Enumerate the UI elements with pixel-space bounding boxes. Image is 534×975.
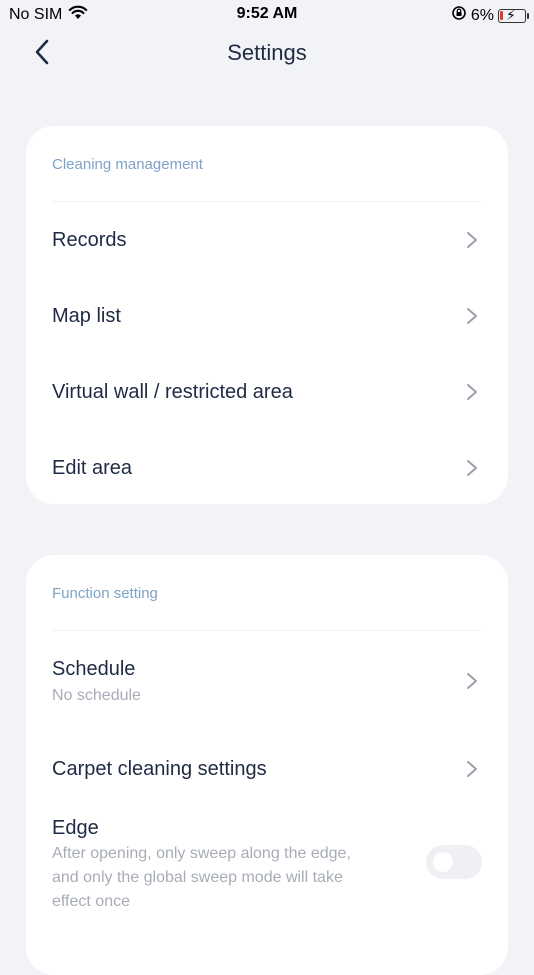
- section-title-function: Function setting: [52, 585, 158, 602]
- chevron-right-icon: [467, 384, 477, 400]
- cleaning-management-card: Cleaning management Records Map list Vir…: [26, 126, 508, 504]
- nav-bar: Settings: [0, 28, 534, 82]
- edit-area-label: Edit area: [52, 456, 133, 479]
- chevron-right-icon: [467, 308, 477, 324]
- battery-icon: ⚡: [498, 7, 529, 23]
- chevron-right-icon: [467, 460, 477, 476]
- edge-label: Edge: [52, 817, 99, 839]
- chevron-right-icon: [467, 673, 477, 689]
- map-list-label: Map list: [52, 304, 121, 327]
- carpet-cleaning-label: Carpet cleaning settings: [52, 757, 267, 780]
- virtual-wall-label: Virtual wall / restricted area: [52, 380, 293, 403]
- page-title: Settings: [227, 40, 307, 65]
- map-list-row[interactable]: Map list: [26, 278, 508, 354]
- status-right: 6% ⚡: [451, 5, 529, 26]
- chevron-right-icon: [467, 761, 477, 777]
- edge-description: After opening, only sweep along the edge…: [52, 845, 351, 910]
- schedule-label: Schedule: [52, 657, 136, 680]
- function-setting-card: Function setting Schedule No schedule Ca…: [26, 555, 508, 975]
- chevron-right-icon: [467, 232, 477, 248]
- section-title-cleaning: Cleaning management: [52, 156, 203, 173]
- status-bar: No SIM 9:52 AM 6% ⚡: [0, 0, 534, 28]
- records-row[interactable]: Records: [26, 202, 508, 278]
- edit-area-row[interactable]: Edit area: [26, 430, 508, 506]
- schedule-row[interactable]: Schedule No schedule: [26, 631, 508, 731]
- toggle-knob: [433, 852, 453, 872]
- battery-percent: 6%: [470, 6, 494, 24]
- virtual-wall-row[interactable]: Virtual wall / restricted area: [26, 354, 508, 430]
- orientation-lock-icon: [451, 5, 467, 26]
- edge-row: Edge After opening, only sweep along the…: [26, 807, 508, 927]
- carpet-cleaning-row[interactable]: Carpet cleaning settings: [26, 731, 508, 807]
- edge-toggle[interactable]: [426, 845, 482, 879]
- schedule-sub: No schedule: [52, 686, 141, 704]
- records-label: Records: [52, 228, 127, 251]
